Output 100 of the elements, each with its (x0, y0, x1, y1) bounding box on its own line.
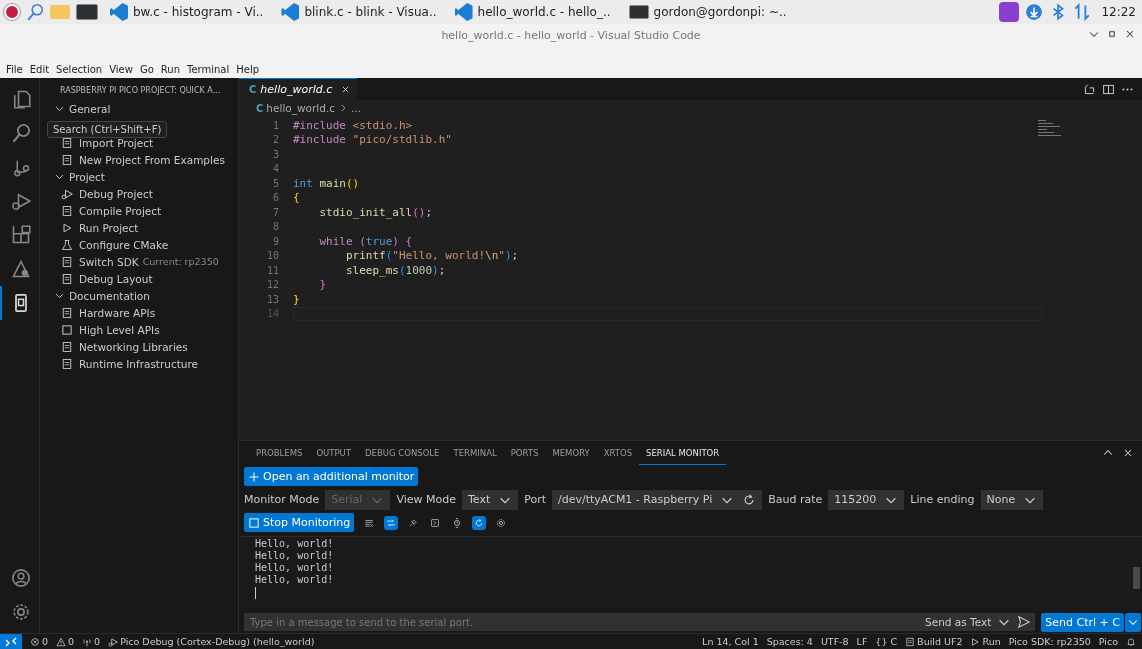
breadcrumb-item[interactable]: ... (351, 102, 361, 114)
window-title: hello_world.c - hello_world - Visual Studio Code (441, 28, 701, 42)
terminal-icon[interactable] (76, 4, 98, 20)
dropdown[interactable]: None (980, 489, 1044, 510)
tree-item[interactable]: Hardware APIs (40, 304, 238, 321)
extensions-icon[interactable] (10, 225, 31, 245)
chevron-right-icon (338, 103, 348, 113)
auto-scroll-icon[interactable] (472, 515, 487, 530)
tree-item[interactable]: Debug Layout (40, 270, 238, 287)
taskbar-window-button[interactable]: bw.c - histogram - Vi.. (104, 1, 270, 23)
tooltip: Search (Ctrl+Shift+F) (47, 121, 168, 138)
panel-tab[interactable]: XRTOS (596, 441, 640, 465)
item-icon (61, 306, 73, 319)
panel-tab[interactable]: DEBUG CONSOLE (358, 441, 447, 465)
tree-item[interactable]: New Project From Examples (40, 151, 238, 168)
maximize-icon[interactable] (1106, 28, 1118, 40)
breadcrumb-item[interactable]: hello_world.c (266, 102, 335, 114)
code-line: printf("Hello, world!\n"); (344, 249, 519, 263)
send-ctrl-c-button[interactable]: Send Ctrl + C (1041, 612, 1124, 632)
download-icon[interactable] (1025, 3, 1044, 21)
panel-tab[interactable]: TERMINAL (446, 441, 504, 465)
run-debug-icon[interactable] (10, 191, 31, 211)
code-editor-icon (110, 3, 128, 21)
status-item[interactable]: Ln 14, Col 1 (702, 636, 759, 647)
close-icon[interactable] (1122, 447, 1134, 459)
tree-section[interactable]: General (40, 100, 238, 117)
text-cursor (255, 587, 256, 599)
triangle-icon[interactable] (10, 259, 31, 279)
menu-item[interactable]: Selection (56, 64, 103, 75)
tree-item[interactable]: Configure CMake (40, 236, 238, 253)
network-arrows-icon[interactable] (1073, 3, 1092, 21)
tree-section[interactable]: Documentation (40, 287, 238, 304)
tree-item[interactable]: Compile Project (40, 202, 238, 219)
panel-tab[interactable]: PORTS (503, 441, 546, 465)
taskbar-window-button[interactable]: hello_world.c - hello_.. (448, 1, 617, 23)
status-item[interactable]: Run (970, 636, 1001, 647)
send-icon[interactable] (1017, 615, 1032, 629)
status-item[interactable]: LF (856, 636, 868, 647)
menu-item[interactable]: Go (139, 64, 154, 75)
menu-item[interactable]: File (6, 64, 23, 75)
status-item[interactable]: Pico Debug (Cortex-Debug) (hello_world) (108, 636, 315, 647)
dropdown[interactable]: Text (462, 489, 519, 510)
status-item[interactable]: Build UF2 (905, 636, 963, 647)
menu-item[interactable]: Help (236, 64, 260, 75)
menu-item[interactable]: Run (160, 64, 180, 75)
menu-item[interactable]: Terminal (187, 64, 230, 75)
code-editor-icon (454, 3, 473, 21)
item-icon (61, 187, 73, 200)
dropdown[interactable]: /dev/ttyACM1 - Raspberry Pi (552, 489, 763, 510)
dropdown[interactable]: 115200 (828, 489, 905, 510)
compare-icon[interactable] (1083, 82, 1096, 96)
sidebar-title: RASPBERRY PI PICO PROJECT: QUICK A... (59, 85, 222, 97)
send-mode-dropdown[interactable]: Send as Text (925, 615, 1012, 629)
menu-item[interactable]: View (109, 64, 133, 75)
editor-tab[interactable]: C hello_world.c (239, 78, 358, 100)
tree-item[interactable]: Run Project (40, 219, 238, 236)
status-item[interactable]: {} C (875, 636, 898, 647)
split-editor-icon[interactable] (1102, 82, 1115, 96)
line-number: 8 (271, 221, 279, 233)
taskbar-window-button[interactable]: gordon@gordonpi: ~.. (622, 1, 793, 23)
tree-section[interactable]: Project (40, 168, 238, 185)
tree-item[interactable]: High Level APIs (40, 321, 238, 338)
status-item[interactable]: 0 (30, 636, 49, 647)
status-item[interactable]: UTF-8 (820, 636, 849, 647)
tree-item[interactable]: Runtime Infrastructure (40, 355, 238, 372)
status-item[interactable]: 0 (82, 636, 101, 647)
scrollbar-thumb[interactable] (1133, 567, 1140, 589)
panel-tab[interactable]: SERIAL MONITOR (639, 441, 727, 465)
app-icon[interactable] (999, 2, 1020, 22)
stop-monitoring-button[interactable]: Stop Monitoring (244, 513, 355, 532)
panel-tab[interactable]: PROBLEMS (249, 441, 310, 465)
clock[interactable]: 12:22 (1101, 5, 1136, 19)
line-number: 9 (271, 235, 279, 247)
close-icon[interactable] (1124, 28, 1136, 40)
message-input-field[interactable]: Type in a message to send to the serial port. Send as Text (244, 613, 1036, 631)
panel-tab[interactable]: MEMORY (545, 441, 597, 465)
tree-item[interactable]: Debug Project (40, 185, 238, 202)
status-item[interactable]: Pico SDK: rp2350 (1008, 636, 1091, 647)
c-file-icon: C (256, 102, 264, 114)
code-line: sleep_ms(1000); (344, 263, 446, 277)
status-item[interactable]: Spaces: 4 (766, 636, 813, 647)
swap-icon[interactable] (384, 515, 399, 530)
open-monitor-button[interactable]: Open an additional monitor (244, 467, 419, 486)
code-line: stdio_init_all(); (318, 205, 433, 219)
remote-icon[interactable] (0, 633, 22, 649)
menu-item[interactable]: Edit (29, 64, 50, 75)
setting-label: Line ending (910, 493, 975, 506)
search-icon[interactable] (10, 123, 31, 143)
tree-item[interactable]: Switch SDK Current: rp2350 (40, 253, 238, 270)
account-icon[interactable] (10, 568, 31, 588)
status-item[interactable]: 0 (56, 636, 75, 647)
panel-tab[interactable]: OUTPUT (309, 441, 359, 465)
item-icon (61, 204, 73, 217)
status-item[interactable]: Pico (1098, 636, 1118, 647)
taskbar-window-button[interactable]: blink.c - blink - Visua.. (275, 1, 443, 23)
tree-item[interactable]: Networking Libraries (40, 338, 238, 355)
settings-icon[interactable] (10, 602, 31, 622)
bell-icon[interactable] (1126, 636, 1136, 647)
item-icon (61, 153, 73, 166)
dropdown-button[interactable] (1125, 612, 1141, 632)
